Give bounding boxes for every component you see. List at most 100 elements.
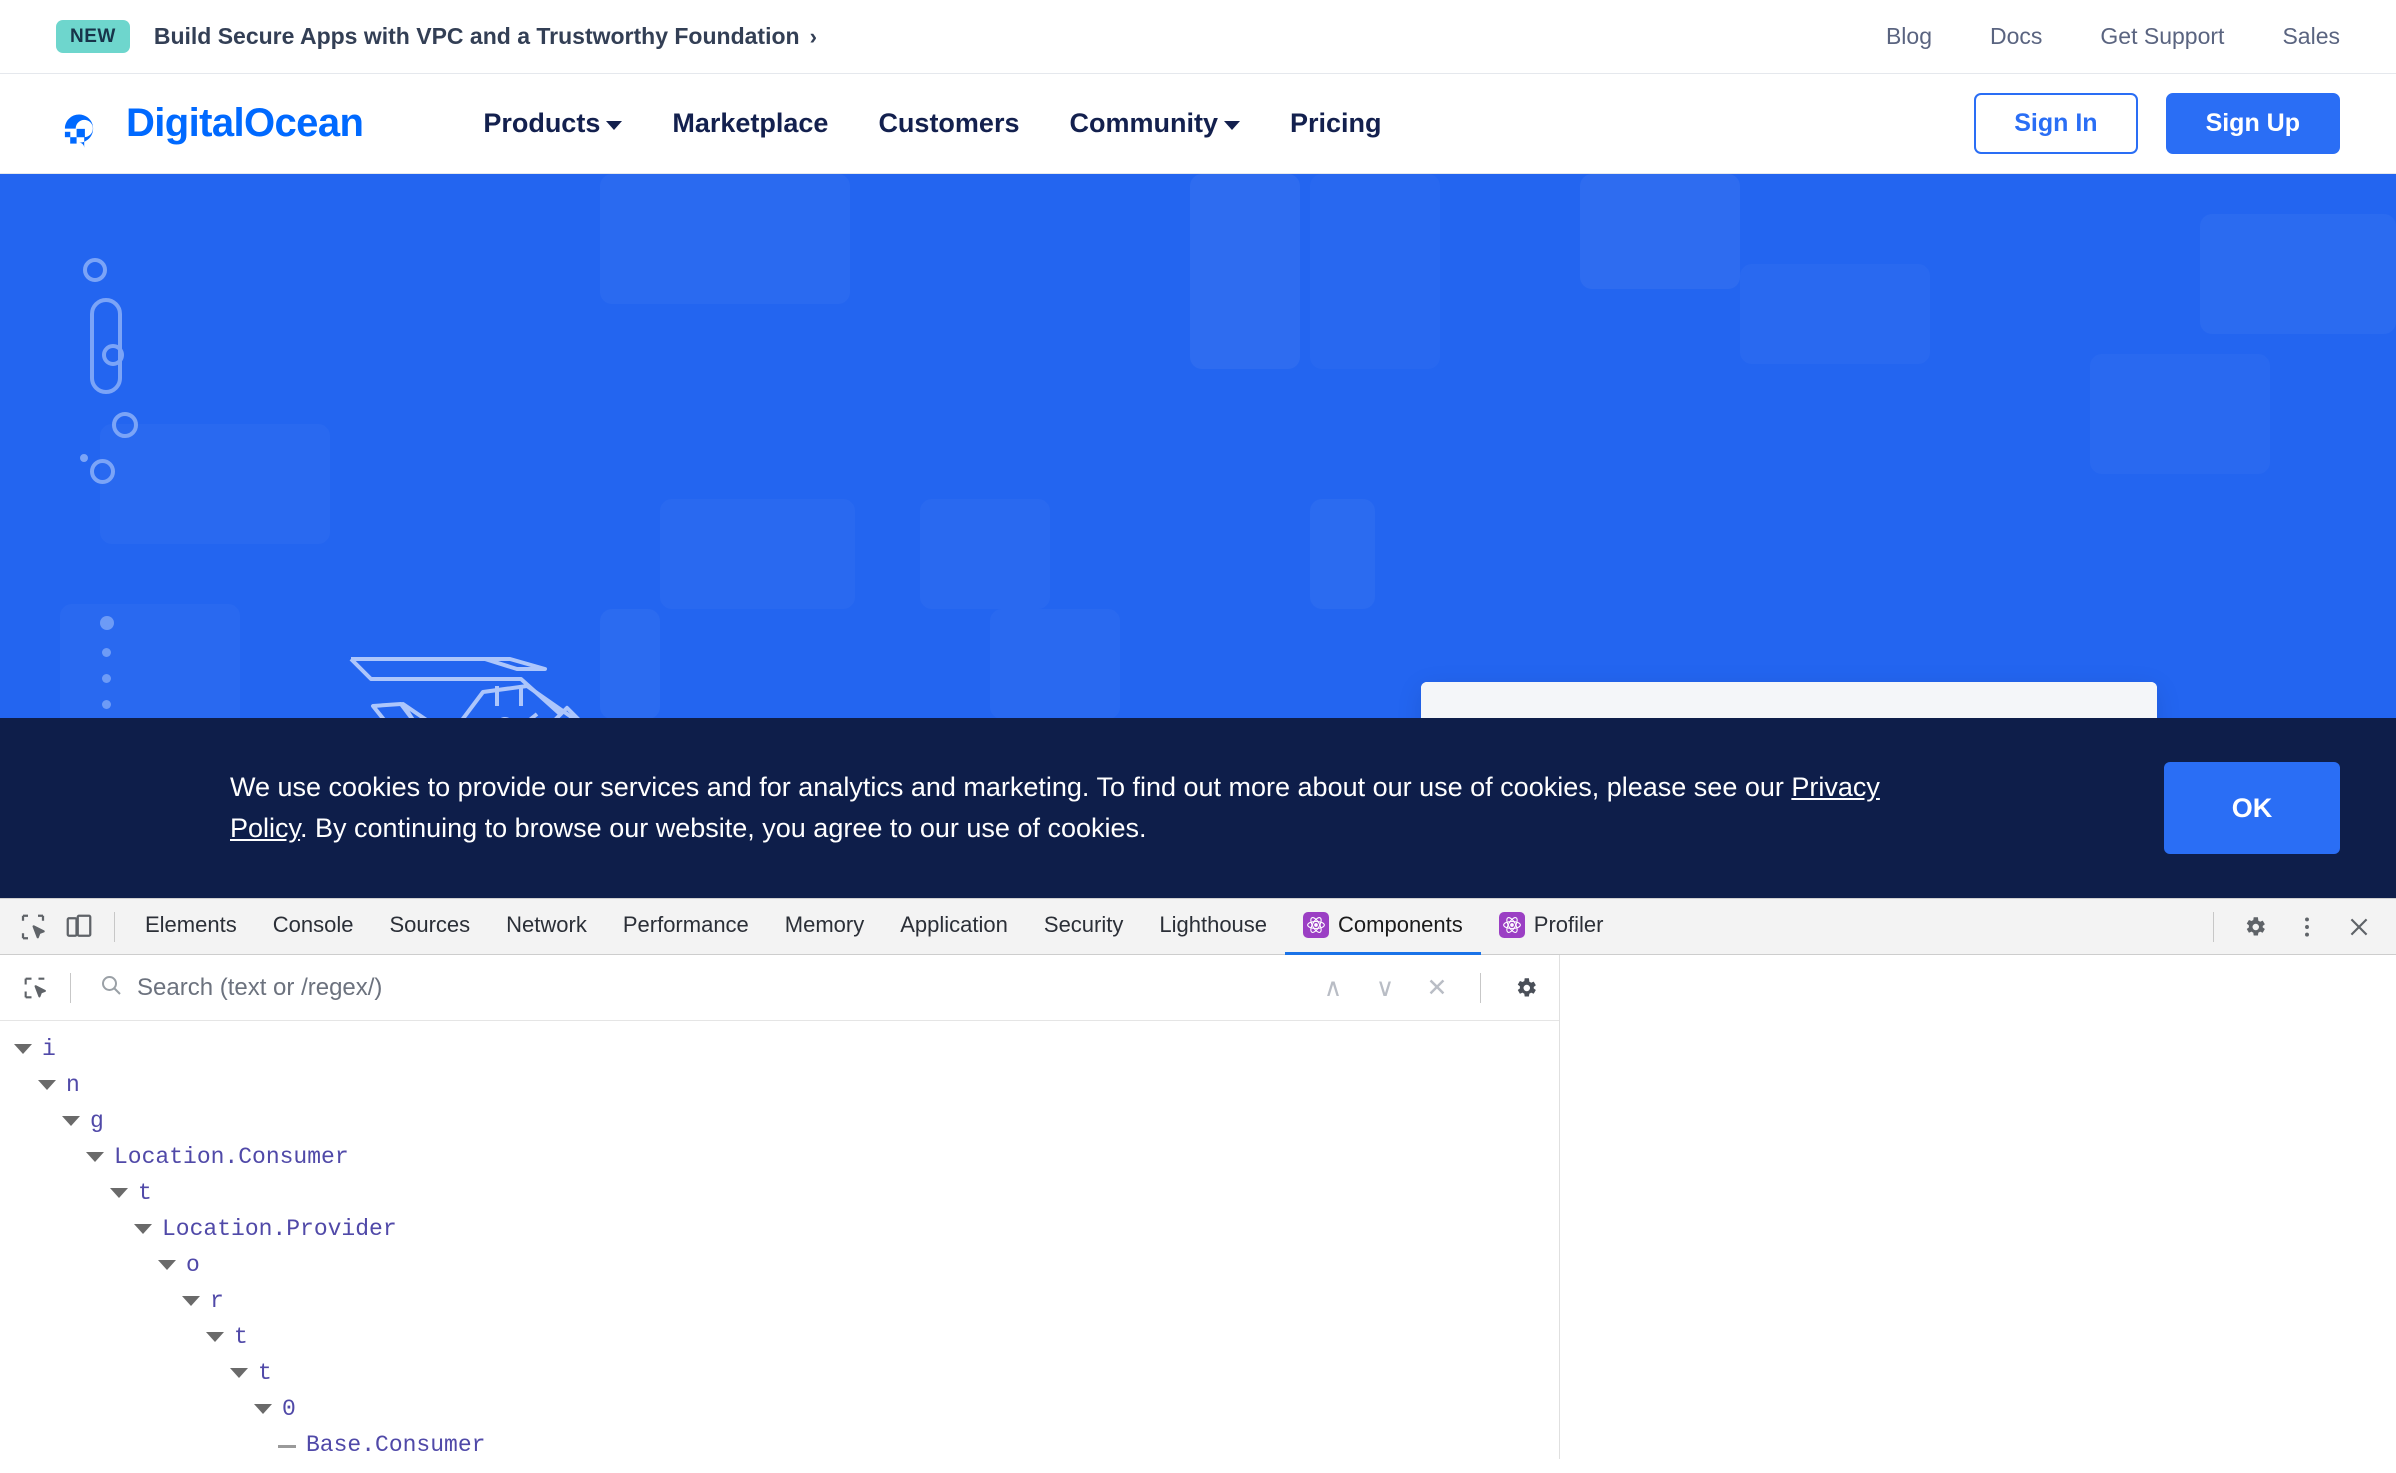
react-icon [1303,912,1330,938]
devtools-panel: Elements Console Sources Network Perform… [0,898,2396,1459]
announcement-link[interactable]: Build Secure Apps with VPC and a Trustwo… [154,23,817,50]
tree-row[interactable]: t [0,1355,1559,1391]
components-tree-pane: ∧ ∨ ✕ i n [0,955,1560,1459]
hero-deploy-card: Deploy in seconds [1421,682,2157,722]
cookie-consent-banner: We use cookies to provide our services a… [0,718,2396,898]
expand-arrow-icon[interactable] [14,1044,32,1054]
nav-item-community-label: Community [1069,108,1218,138]
tab-profiler[interactable]: Profiler [1481,899,1622,955]
more-vertical-icon[interactable] [2284,904,2330,950]
tree-row[interactable]: o [0,1247,1559,1283]
tab-lighthouse[interactable]: Lighthouse [1141,899,1285,955]
gear-icon[interactable] [2232,904,2278,950]
search-divider [70,972,71,1003]
toolbar-divider [114,911,115,942]
tree-node-label: i [42,1036,56,1062]
tab-memory-label: Memory [784,912,865,937]
sign-up-button[interactable]: Sign Up [2165,93,2340,154]
expand-arrow-icon[interactable] [158,1260,176,1270]
expand-arrow-icon[interactable] [86,1152,104,1162]
cookie-text-before: We use cookies to provide our services a… [230,771,1792,802]
announcement-content[interactable]: NEW Build Secure Apps with VPC and a Tru… [56,20,817,53]
expand-arrow-icon[interactable] [134,1224,152,1234]
tab-console[interactable]: Console [255,899,372,955]
expand-arrow-icon[interactable] [206,1332,224,1342]
expand-arrow-icon[interactable] [182,1296,200,1306]
device-toolbar-icon[interactable] [56,904,102,950]
hero-background-pattern [0,174,2396,722]
tree-node-label: r [210,1288,224,1314]
nav-item-customers[interactable]: Customers [878,108,1019,139]
expand-arrow-icon[interactable] [38,1080,56,1090]
tab-sources-label: Sources [389,912,471,937]
search-input[interactable] [137,973,1312,1002]
nav-item-products[interactable]: Products [483,108,623,139]
select-component-icon[interactable] [12,965,58,1011]
tab-security[interactable]: Security [1026,899,1141,955]
tree-row[interactable]: t [0,1319,1559,1355]
tree-row[interactable]: Location.Consumer [0,1139,1559,1175]
tab-memory[interactable]: Memory [767,899,882,955]
devtools-toolbar-actions [2201,904,2396,950]
tab-sources[interactable]: Sources [371,899,488,955]
tab-lighthouse-label: Lighthouse [1159,912,1268,937]
nav-item-community[interactable]: Community [1069,108,1240,139]
expand-arrow-icon[interactable] [254,1404,272,1414]
expand-arrow-icon[interactable] [230,1368,248,1378]
tab-elements[interactable]: Elements [127,899,255,955]
tree-row[interactable]: g [0,1103,1559,1139]
tab-components[interactable]: Components [1285,899,1481,955]
nav-item-customers-label: Customers [878,108,1020,138]
cookie-text-after: . By continuing to browse our website, y… [300,813,1147,843]
cookie-ok-button[interactable]: OK [2164,762,2340,854]
tree-row[interactable]: Location.Provider [0,1211,1559,1247]
tab-network[interactable]: Network [488,899,605,955]
sign-in-button[interactable]: Sign In [1974,93,2138,154]
components-settings-gear-icon[interactable] [1503,965,1549,1011]
expand-arrow-icon[interactable] [62,1116,80,1126]
nav-links: Products Marketplace Customers Community… [483,108,1381,139]
utility-link-get-support[interactable]: Get Support [2100,23,2224,50]
nav-item-marketplace[interactable]: Marketplace [672,108,828,139]
tab-application[interactable]: Application [882,899,1026,955]
search-tools-divider [1480,972,1481,1003]
utility-link-docs[interactable]: Docs [1990,23,2042,50]
tree-row[interactable]: t [0,1175,1559,1211]
devtools-tab-bar: Elements Console Sources Network Perform… [0,899,2396,955]
tree-row[interactable]: r [0,1283,1559,1319]
tab-security-label: Security [1043,912,1124,937]
search-prev-button[interactable]: ∧ [1312,973,1354,1003]
component-tree: i n g Location.Consumer t Location.Provi… [0,1021,1559,1473]
nav-item-marketplace-label: Marketplace [672,108,829,138]
tree-row[interactable]: n [0,1067,1559,1103]
tree-row[interactable]: 0 [0,1391,1559,1427]
expand-arrow-icon[interactable] [110,1188,128,1198]
tab-profiler-label: Profiler [1533,912,1604,937]
tree-node-label: Location.Provider [162,1216,397,1242]
digitalocean-mark-icon [56,96,112,152]
utility-link-blog[interactable]: Blog [1886,23,1932,50]
react-icon [1498,912,1525,938]
utility-link-sales[interactable]: Sales [2282,23,2340,50]
actions-divider [2213,911,2214,942]
tree-row[interactable]: i [0,1031,1559,1067]
tab-console-label: Console [272,912,354,937]
inspect-element-icon[interactable] [10,904,56,950]
hero-card-header: Deploy in seconds [1421,682,2157,722]
tree-node-label: o [186,1252,200,1278]
digitalocean-logo[interactable]: DigitalOcean [56,96,364,152]
new-badge: NEW [56,20,130,53]
chevron-down-icon [1223,121,1240,130]
search-clear-button[interactable]: ✕ [1416,973,1458,1003]
tree-node-label: t [234,1324,248,1350]
search-next-button[interactable]: ∨ [1364,973,1406,1003]
chevron-down-icon [606,121,623,130]
tab-application-label: Application [900,912,1008,937]
close-icon[interactable] [2336,904,2382,950]
tab-performance[interactable]: Performance [605,899,767,955]
announcement-bar: NEW Build Secure Apps with VPC and a Tru… [0,0,2396,74]
tree-node-label: 0 [282,1396,296,1422]
tree-node-label: g [90,1108,104,1134]
tab-elements-label: Elements [145,912,237,937]
nav-item-pricing[interactable]: Pricing [1290,108,1382,139]
